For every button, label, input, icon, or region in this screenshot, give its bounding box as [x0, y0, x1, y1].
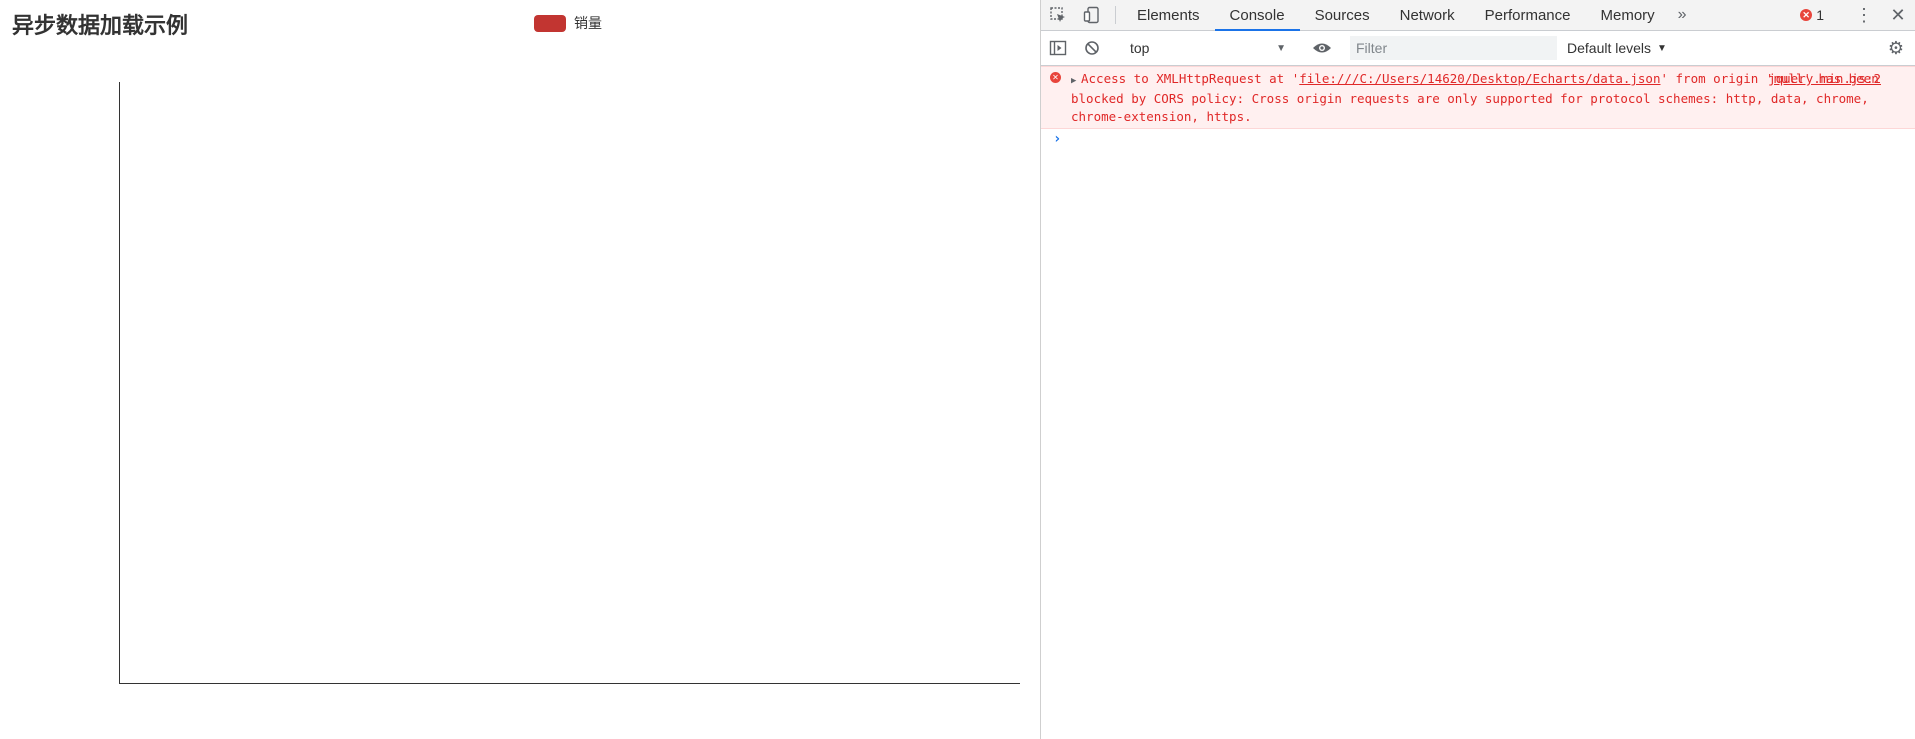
console-messages: ✕ ▶ Access to XMLHttpRequest at 'file:///… — [1041, 66, 1915, 149]
console-prompt[interactable]: › — [1041, 129, 1915, 149]
error-icon: ✕ — [1050, 72, 1061, 83]
inspect-element-icon[interactable] — [1041, 0, 1075, 30]
devtools-right-controls: ✕ 1 ⋮ ✕ — [1790, 0, 1915, 30]
filter-input[interactable] — [1350, 36, 1557, 60]
log-levels-dropdown[interactable]: Default levels ▼ — [1567, 40, 1667, 56]
chart-axes — [119, 82, 1020, 684]
dropdown-arrow-icon: ▼ — [1657, 42, 1667, 54]
context-value: top — [1130, 40, 1150, 56]
console-error-message: ✕ ▶ Access to XMLHttpRequest at 'file:///… — [1041, 66, 1915, 129]
console-toolbar: top ▼ Default levels ▼ ⚙ — [1041, 31, 1915, 66]
context-select[interactable]: top ▼ — [1122, 35, 1292, 61]
tab-memory[interactable]: Memory — [1586, 0, 1670, 30]
tab-console[interactable]: Console — [1214, 0, 1300, 31]
dropdown-arrow-icon: ▼ — [1276, 42, 1286, 54]
gear-icon[interactable]: ⚙ — [1883, 35, 1909, 61]
clear-console-icon[interactable] — [1075, 40, 1109, 56]
device-toolbar-icon[interactable] — [1075, 0, 1109, 30]
tab-elements[interactable]: Elements — [1122, 0, 1215, 30]
devtools-panel: Elements Console Sources Network Perform… — [1040, 0, 1915, 739]
error-source-link[interactable]: jquery.min.js:2 — [1768, 70, 1881, 88]
kebab-menu-icon[interactable]: ⋮ — [1847, 0, 1881, 30]
screen: 异步数据加载示例 销量 Elements Console Sources Net… — [0, 0, 1915, 739]
live-expression-eye-icon[interactable] — [1305, 41, 1339, 55]
sidebar-toggle-icon[interactable] — [1041, 40, 1075, 56]
expand-caret-icon[interactable]: ▶ — [1071, 72, 1081, 90]
error-url-link[interactable]: file:///C:/Users/14620/Desktop/Echarts/d… — [1299, 71, 1660, 86]
tab-sources[interactable]: Sources — [1300, 0, 1385, 30]
error-icon: ✕ — [1800, 9, 1813, 21]
log-levels-label: Default levels — [1567, 40, 1652, 56]
prompt-chevron-icon: › — [1053, 131, 1062, 147]
more-tabs-icon[interactable]: » — [1670, 0, 1695, 30]
tab-performance[interactable]: Performance — [1470, 0, 1586, 30]
error-text-before: Access to XMLHttpRequest at ' — [1081, 71, 1300, 86]
chart-page: 异步数据加载示例 销量 — [0, 0, 1040, 739]
toolbar-divider — [1115, 6, 1116, 24]
devtools-tabbar: Elements Console Sources Network Perform… — [1041, 0, 1915, 31]
tab-network[interactable]: Network — [1385, 0, 1470, 30]
close-icon[interactable]: ✕ — [1881, 0, 1915, 30]
error-count: 1 — [1816, 7, 1824, 23]
error-counter[interactable]: ✕ 1 — [1790, 7, 1834, 23]
